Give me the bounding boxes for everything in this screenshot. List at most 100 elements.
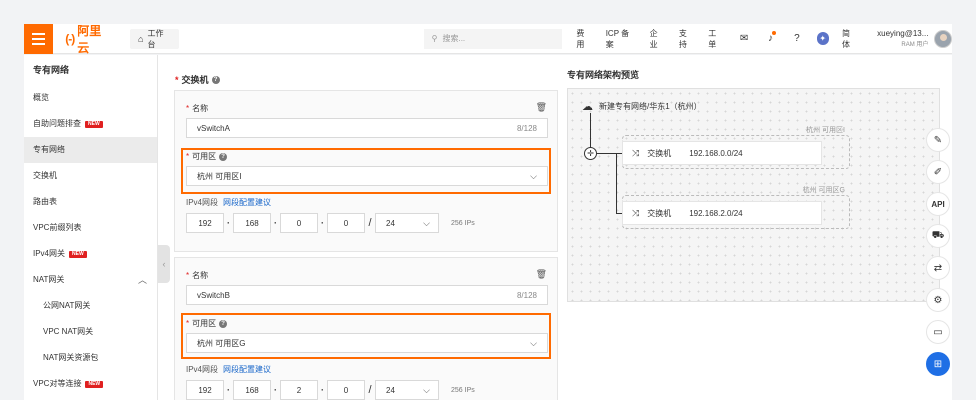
vpc-name: 新建专有网络/华东1（杭州）	[599, 102, 702, 111]
connector-line	[616, 153, 617, 214]
chat-icon[interactable]: ▭	[926, 320, 950, 344]
logo[interactable]: (-) 阿里云	[65, 22, 112, 56]
name-label: * 名称	[186, 271, 209, 280]
sidebar-item-public-nat[interactable]: 公网NAT网关	[24, 293, 157, 319]
language-switch[interactable]: 简体	[842, 28, 857, 50]
search-input[interactable]: ⚲ 搜索...	[423, 28, 563, 49]
header-nav: 费用 ICP 备案 企业 支持 工单 ✉ ♪ ? ✦ 简体	[576, 28, 871, 50]
connector-line	[597, 153, 617, 154]
zone-select[interactable]: 杭州 可用区I ⌵	[186, 166, 548, 186]
sidebar-item-route-table[interactable]: 路由表	[24, 189, 157, 215]
shuffle-icon: ⤨	[632, 207, 640, 218]
ipv4-label: IPv4网段 网段配置建议	[186, 365, 272, 374]
api-button[interactable]: API	[926, 192, 950, 216]
sidebar-item-prefix-list[interactable]: VPC前缀列表	[24, 215, 157, 241]
nav-ticket[interactable]: 工单	[708, 28, 723, 50]
nav-billing[interactable]: 费用	[576, 28, 591, 50]
vswitch-card-b: * 名称 🗑 vSwitchB 8/128 * 可用区? 杭州 可用区G ⌵ IPv…	[174, 257, 558, 400]
shuffle-icon: ⤨	[632, 147, 640, 158]
sidebar-item-vpc[interactable]: 专有网络	[24, 137, 157, 163]
required-mark: *	[175, 74, 179, 85]
ip-octet-1[interactable]: 192	[186, 213, 224, 233]
sidebar-item-nat-gateway[interactable]: NAT网关 ︿	[24, 267, 157, 293]
name-label: * 名称	[186, 104, 209, 113]
ip-octet-2[interactable]: 168	[233, 380, 271, 400]
nav-support[interactable]: 支持	[679, 28, 694, 50]
gear-icon[interactable]: ⚙	[926, 288, 950, 312]
vswitch-node: ⤨ 交换机 192.168.2.0/24	[622, 201, 822, 225]
cloud-icon: ☁	[582, 101, 593, 113]
help-icon[interactable]: ?	[790, 33, 803, 44]
message-icon[interactable]: ✉	[737, 33, 750, 44]
user-role: RAM 用户	[901, 42, 929, 48]
user-info[interactable]: xueying@13... RAM 用户	[877, 29, 928, 48]
nav-icp[interactable]: ICP 备案	[606, 28, 636, 50]
chevron-down-icon: ⌵	[530, 170, 537, 181]
workbench-button[interactable]: ⌂ 工作台	[130, 28, 179, 49]
ip-octet-3[interactable]: 2	[280, 380, 318, 400]
char-count: 8/128	[516, 123, 537, 133]
zone-label: * 可用区?	[186, 318, 228, 329]
chevron-down-icon: ⌵	[530, 337, 537, 348]
bell-icon[interactable]: ♪	[764, 31, 777, 44]
top-header: (-) 阿里云 ⌂ 工作台 ⚲ 搜索... 费用 ICP 备案 企业 支持 工单…	[24, 22, 953, 56]
architecture-preview: ☁ 新建专有网络/华东1（杭州） ✛ 杭州 可用区I ⤨ 交换机 192.168…	[567, 88, 940, 302]
trash-icon[interactable]: 🗑	[536, 269, 547, 280]
sidebar-item-vswitch[interactable]: 交换机	[24, 163, 157, 189]
ip-octet-2[interactable]: 168	[233, 213, 271, 233]
help-icon: ?	[219, 319, 228, 328]
sidebar-item-overview[interactable]: 概览	[24, 85, 157, 111]
chevron-down-icon: ⌵	[423, 384, 430, 395]
sidebar-item-nat-package[interactable]: NAT网关资源包	[24, 345, 157, 371]
home-icon: ⌂	[138, 33, 144, 44]
ip-count: 256 IPs	[451, 386, 475, 394]
ip-octet-1[interactable]: 192	[186, 380, 224, 400]
mask-select[interactable]: 24 ⌵	[375, 380, 439, 400]
zone-select[interactable]: 杭州 可用区G ⌵	[186, 333, 548, 353]
sidebar-collapse-handle[interactable]: ‹	[158, 245, 170, 283]
ip-octet-4[interactable]: 0	[327, 380, 365, 400]
nav-enterprise[interactable]: 企业	[650, 28, 665, 50]
apps-icon[interactable]: ⊞	[926, 352, 950, 376]
ip-octet-3[interactable]: 0	[280, 213, 318, 233]
new-badge: NEW	[69, 250, 87, 258]
sidebar-title: 专有网络	[33, 65, 70, 75]
preview-title: 专有网络架构预览	[567, 70, 640, 80]
tool-rail: ✎ ✐ API ⛟ ⇄ ⚙ ▭ ⊞	[924, 128, 952, 384]
note-icon[interactable]: ✐	[926, 160, 950, 184]
sidebar-item-vpc-peering[interactable]: VPC对等连接 NEW	[24, 371, 157, 397]
help-icon[interactable]: ?	[211, 75, 220, 84]
char-count: 8/128	[516, 290, 537, 300]
zone-name: 杭州 可用区G	[802, 187, 845, 194]
sidebar-item-ipv4-gateway[interactable]: IPv4网关 NEW	[24, 241, 157, 267]
new-badge: NEW	[85, 380, 104, 388]
trash-icon[interactable]: 🗑	[536, 102, 547, 113]
menu-button[interactable]	[24, 23, 54, 54]
user-name: xueying@13...	[877, 29, 929, 38]
avatar[interactable]	[934, 29, 953, 48]
edit-icon[interactable]: ✎	[926, 128, 950, 152]
main-content: * 交换机 ? * 名称 🗑 vSwitchA 8/128 * 可用区? 杭州 可用…	[158, 55, 952, 400]
cart-icon[interactable]: ⛟	[926, 224, 950, 248]
logo-text: 阿里云	[77, 23, 102, 55]
assistant-icon[interactable]: ✦	[816, 32, 829, 45]
name-input[interactable]: vSwitchA 8/128	[186, 118, 548, 138]
switch-icon[interactable]: ⇄	[926, 256, 950, 280]
zone-label: * 可用区?	[186, 151, 228, 162]
ip-row: 192 · 168 · 2 · 0 / 24 ⌵ 256 IPs	[186, 380, 475, 400]
search-icon: ⚲	[431, 34, 438, 43]
sidebar-item-troubleshoot[interactable]: 自助问题排查 NEW	[24, 111, 157, 137]
name-input[interactable]: vSwitchB 8/128	[186, 285, 548, 305]
mask-select[interactable]: 24 ⌵	[375, 213, 439, 233]
ip-octet-4[interactable]: 0	[327, 213, 365, 233]
ip-count: 256 IPs	[451, 219, 475, 227]
vswitch-card-a: * 名称 🗑 vSwitchA 8/128 * 可用区? 杭州 可用区I ⌵ IPv…	[174, 90, 558, 252]
sidebar-item-vpc-nat[interactable]: VPC NAT网关	[24, 319, 157, 345]
router-icon: ✛	[584, 147, 597, 160]
cidr-suggestion-link[interactable]: 网段配置建议	[223, 198, 271, 207]
ip-row: 192 · 168 · 0 · 0 / 24 ⌵ 256 IPs	[186, 213, 475, 233]
logo-mark: (-)	[65, 31, 75, 46]
ipv4-label: IPv4网段 网段配置建议	[186, 198, 272, 207]
cidr-suggestion-link[interactable]: 网段配置建议	[223, 365, 271, 374]
zone-name: 杭州 可用区I	[806, 127, 845, 134]
